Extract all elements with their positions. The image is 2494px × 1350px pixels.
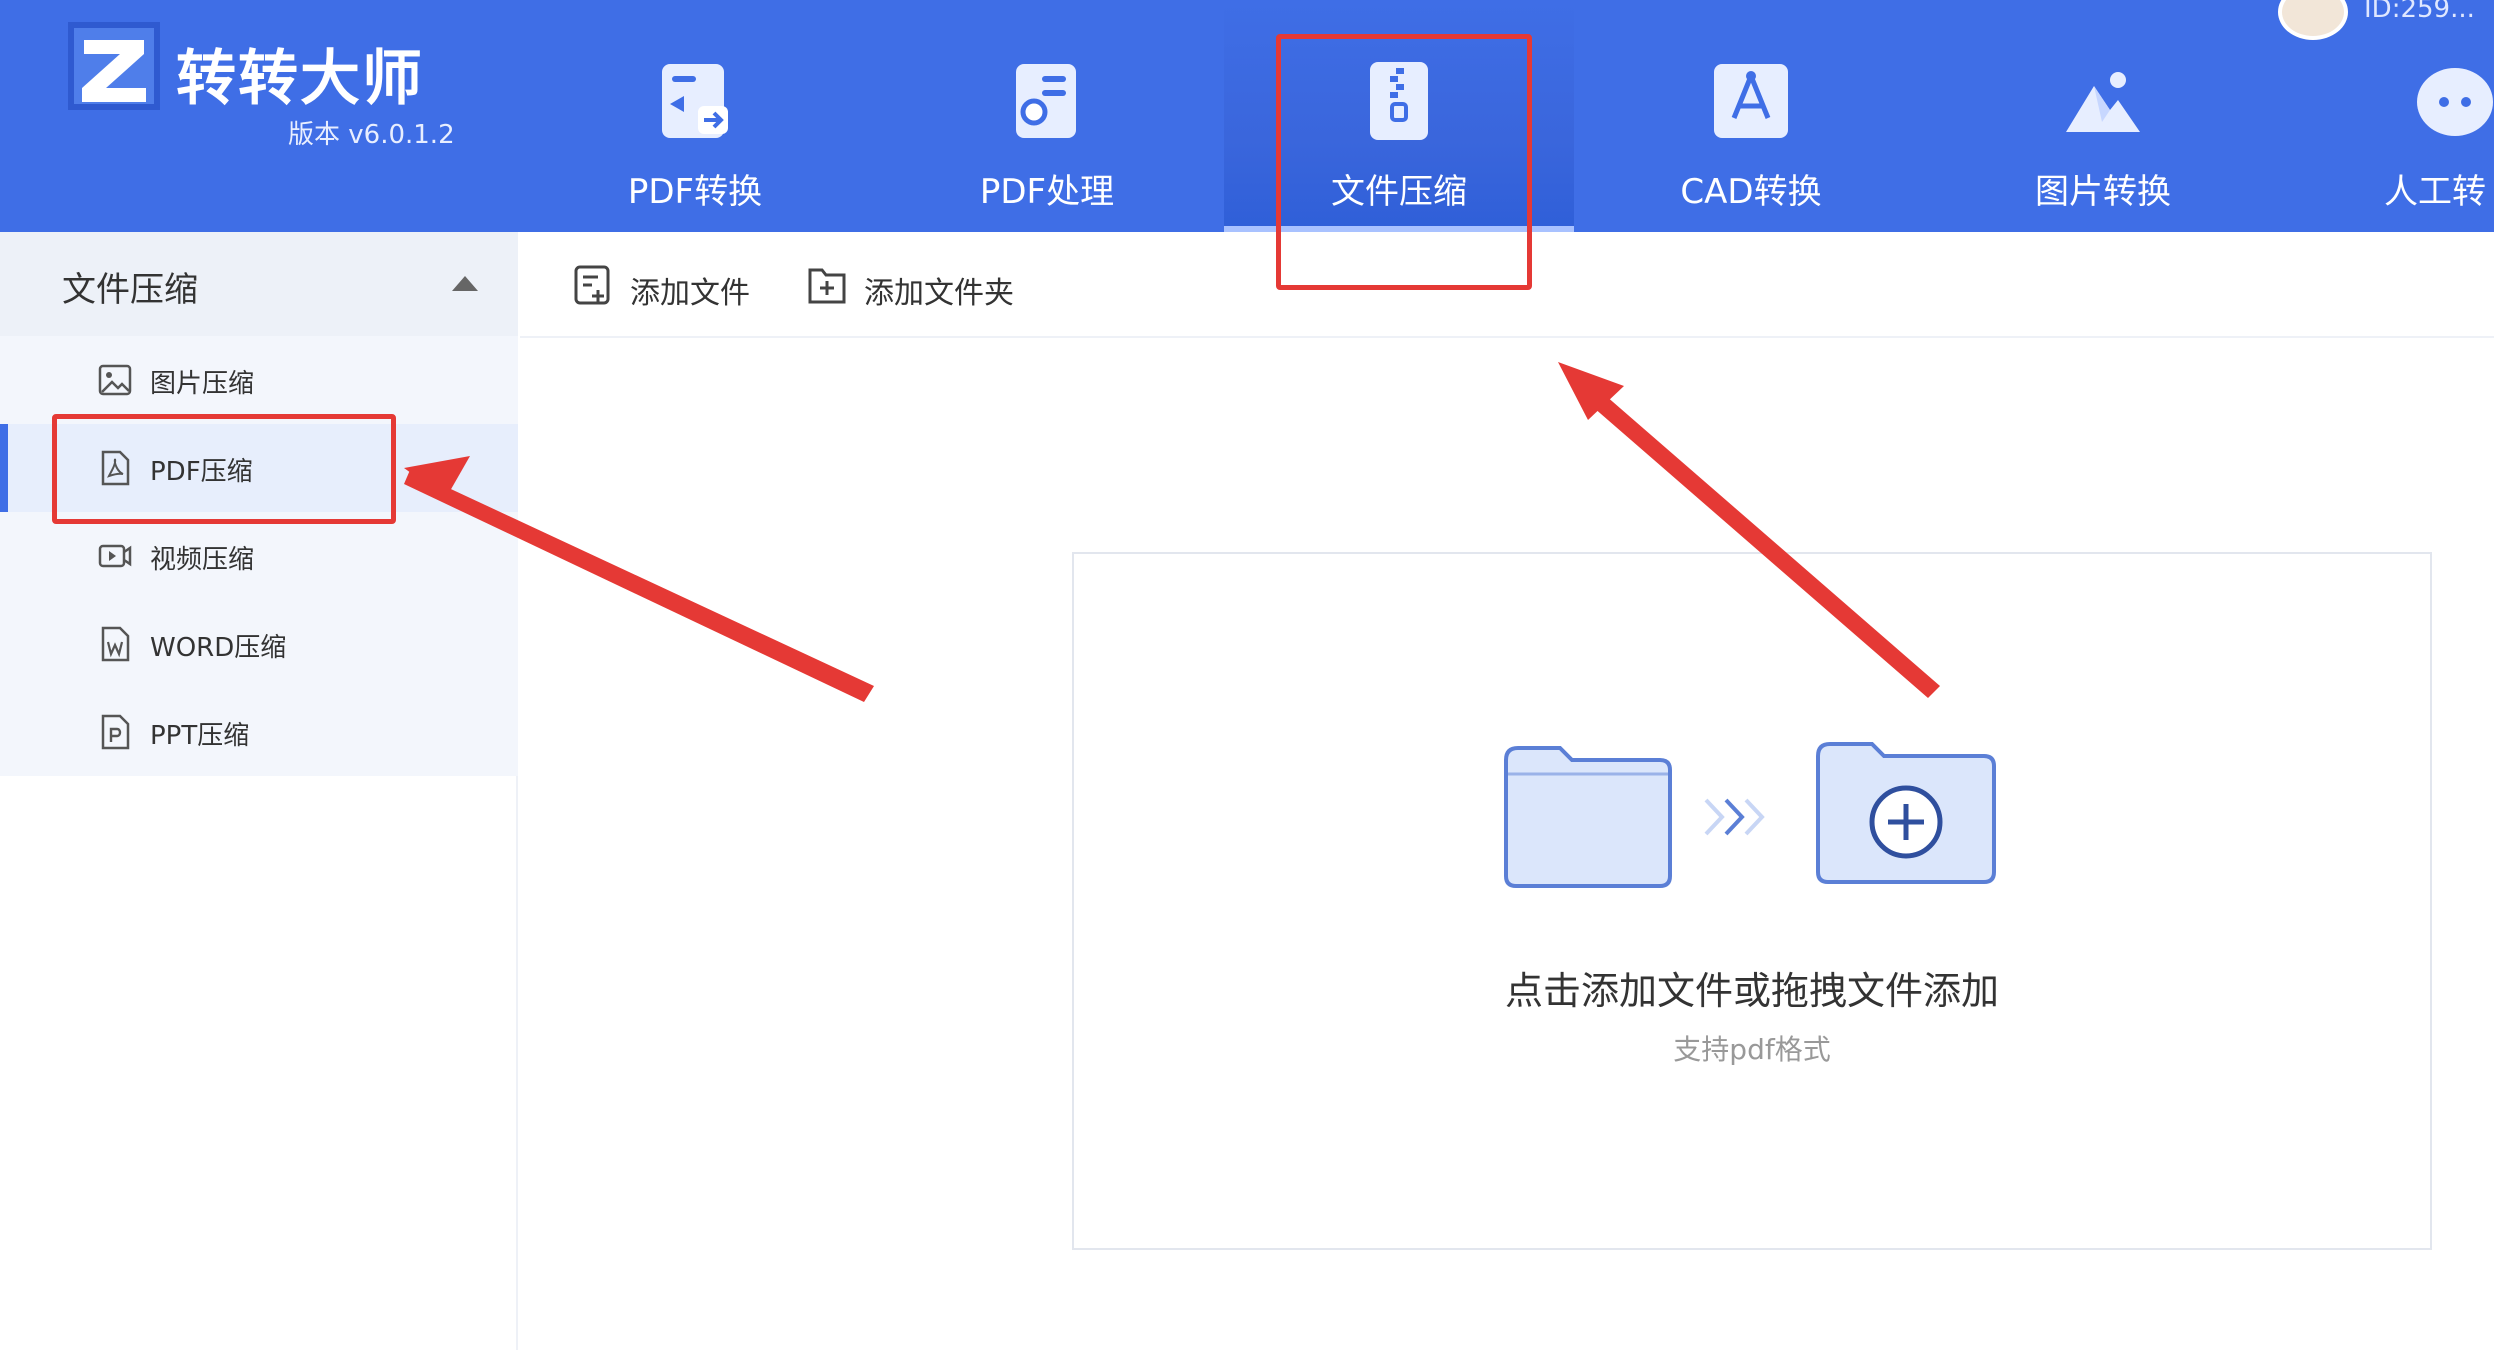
tab-label: 文件压缩 bbox=[1331, 172, 1467, 212]
pdf-convert-icon bbox=[662, 64, 728, 138]
add-file-button[interactable]: 添加文件 bbox=[572, 260, 772, 311]
folder-add-icon bbox=[1816, 742, 1996, 884]
sidebar-item-pdf-compress[interactable]: PDF压缩 bbox=[0, 424, 518, 512]
image-convert-icon bbox=[2066, 72, 2140, 132]
sidebar-section-title: 文件压缩 bbox=[62, 270, 198, 310]
add-folder-label: 添加文件夹 bbox=[864, 276, 1014, 311]
file-drop-zone[interactable]: 点击添加文件或拖拽文件添加 支持pdf格式 bbox=[1072, 552, 2432, 1250]
video-icon bbox=[98, 544, 132, 568]
pdf-process-icon bbox=[1016, 64, 1076, 138]
sidebar-item-label: WORD压缩 bbox=[150, 633, 287, 663]
sidebar-item-label: 视频压缩 bbox=[150, 545, 255, 575]
tab-pdf-process[interactable]: PDF处理 bbox=[872, 0, 1222, 232]
zip-file-icon bbox=[1370, 62, 1428, 140]
sidebar-item-label: PDF压缩 bbox=[150, 457, 253, 487]
add-folder-icon bbox=[808, 268, 846, 304]
tab-label: PDF转换 bbox=[627, 172, 763, 212]
folder-icon bbox=[1504, 746, 1672, 888]
tab-pdf-convert[interactable]: PDF转换 bbox=[520, 0, 870, 232]
sidebar-list: 图片压缩 PDF压缩 视频压缩 WORD压缩 PPT压缩 bbox=[0, 336, 518, 776]
folder-upload-illustration bbox=[1504, 742, 1996, 888]
sidebar-section-header[interactable]: 文件压缩 bbox=[0, 232, 518, 336]
sidebar-item-label: 图片压缩 bbox=[150, 369, 255, 399]
toolbar: 添加文件 添加文件夹 bbox=[520, 232, 2494, 338]
app-title: 转转大师 bbox=[176, 44, 424, 114]
user-id[interactable]: ID:259... bbox=[2364, 0, 2475, 24]
app-logo-icon bbox=[68, 22, 160, 110]
tab-image-convert[interactable]: 图片转换 bbox=[1928, 0, 2278, 232]
sidebar-item-video-compress[interactable]: 视频压缩 bbox=[0, 512, 518, 600]
word-icon bbox=[101, 626, 130, 662]
sidebar-item-image-compress[interactable]: 图片压缩 bbox=[0, 336, 518, 424]
tab-label: 图片转换 bbox=[2035, 172, 2171, 212]
ppt-icon bbox=[101, 714, 130, 750]
caret-up-icon[interactable] bbox=[452, 276, 478, 291]
cad-icon bbox=[1714, 64, 1788, 138]
tab-label: CAD转换 bbox=[1680, 172, 1822, 212]
add-file-icon bbox=[574, 265, 610, 305]
add-folder-button[interactable]: 添加文件夹 bbox=[806, 260, 1046, 311]
tab-cad-convert[interactable]: CAD转换 bbox=[1576, 0, 1926, 232]
tab-label: 人工转 bbox=[2384, 172, 2486, 212]
sidebar-item-word-compress[interactable]: WORD压缩 bbox=[0, 600, 518, 688]
drop-zone-title: 点击添加文件或拖拽文件添加 bbox=[1504, 969, 1999, 1013]
top-header: 转转大师 版本 v6.0.1.2 PDF转换 PDF处理 文件压缩 CAD转换 … bbox=[0, 0, 2494, 232]
double-chevron-right-icon bbox=[1704, 798, 1765, 836]
sidebar-item-label: PPT压缩 bbox=[150, 721, 250, 751]
tab-file-compress[interactable]: 文件压缩 bbox=[1224, 0, 1574, 232]
pdf-icon bbox=[101, 450, 130, 486]
sidebar: 文件压缩 图片压缩 PDF压缩 视频压缩 WORD压缩 PPT压缩 bbox=[0, 232, 518, 1350]
chat-bot-icon bbox=[2417, 68, 2493, 136]
tab-label: PDF处理 bbox=[979, 172, 1115, 212]
add-file-label: 添加文件 bbox=[630, 276, 750, 311]
image-icon bbox=[98, 364, 132, 396]
drop-zone-subtitle: 支持pdf格式 bbox=[1673, 1033, 1831, 1066]
sidebar-item-ppt-compress[interactable]: PPT压缩 bbox=[0, 688, 518, 776]
app-version: 版本 v6.0.1.2 bbox=[288, 120, 455, 150]
